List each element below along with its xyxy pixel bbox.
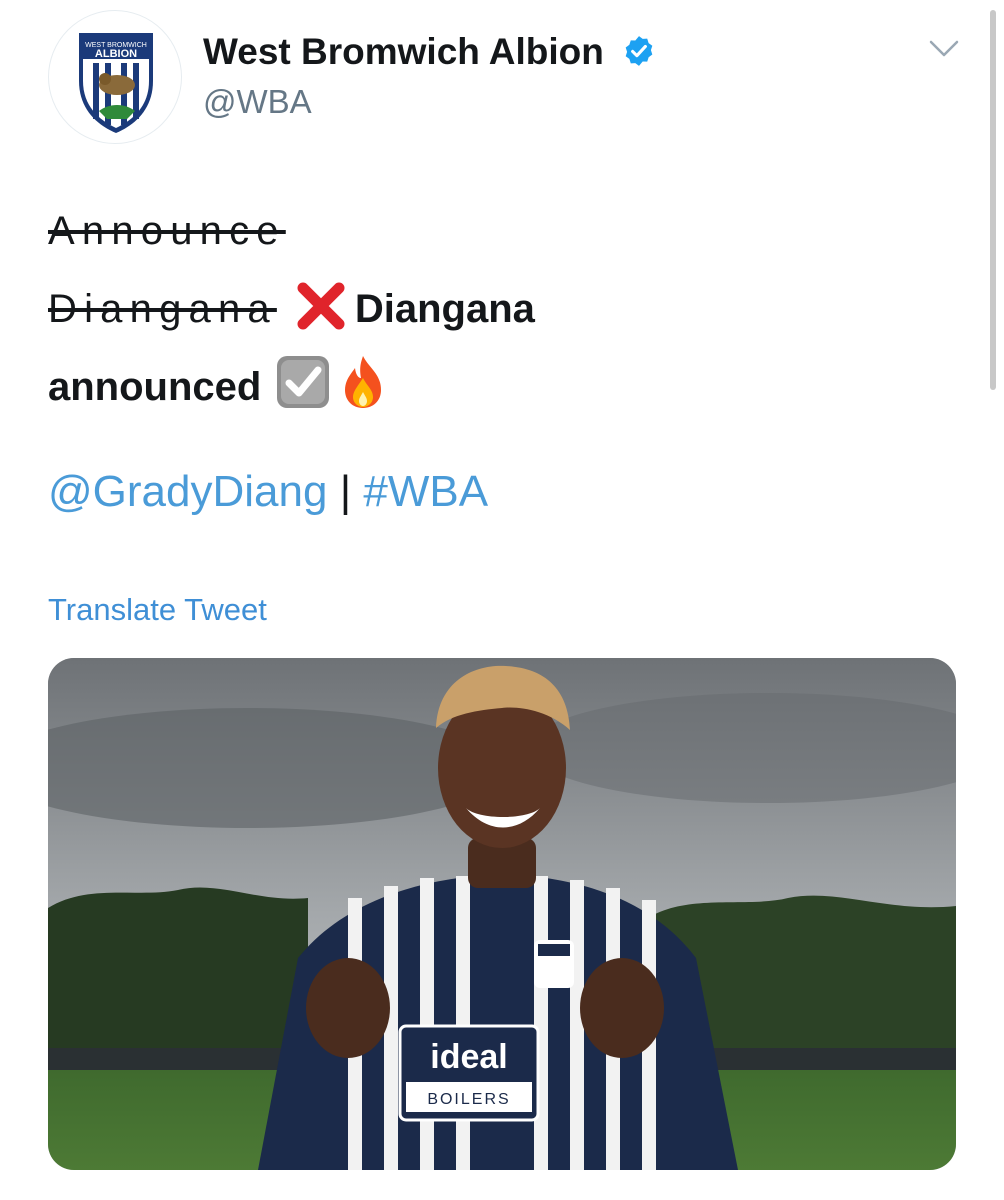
hashtag-link[interactable]: #WBA — [363, 467, 488, 516]
account-handle[interactable]: @WBA — [203, 82, 312, 122]
translate-tweet-link[interactable]: Translate Tweet — [48, 590, 267, 630]
verified-badge-icon — [625, 36, 653, 66]
scrollbar[interactable] — [990, 10, 996, 390]
struck-word-announce: Announce — [48, 209, 286, 253]
chevron-down-icon[interactable] — [928, 38, 960, 60]
account-display-name[interactable]: West Bromwich Albion — [203, 30, 604, 74]
struck-word-diangana: Diangana — [48, 287, 277, 331]
cross-mark-icon — [297, 282, 345, 330]
check-box-icon — [277, 356, 330, 408]
tweet-media-photo[interactable]: ideal BOILERS ideal BOILERS — [48, 658, 956, 1170]
bold-announced: announced — [48, 365, 262, 409]
tweet-text: Announce Diangana Diangana announced — [48, 192, 928, 426]
account-avatar[interactable]: WEST BROMWICH ALBION WEST BROMWICH ALBIO… — [48, 10, 182, 144]
separator: | — [339, 467, 352, 516]
player-photo-illustration: ideal BOILERS — [48, 658, 956, 1170]
mention-link[interactable]: @GradyDiang — [48, 467, 327, 516]
wba-crest-logo: WEST BROMWICH ALBION — [79, 33, 153, 133]
bold-name-diangana: Diangana — [354, 287, 535, 331]
svg-text:ALBION: ALBION — [95, 48, 137, 60]
svg-text:ideal: ideal — [430, 1038, 507, 1076]
fire-icon — [345, 356, 382, 408]
tweet-links: @GradyDiang | #WBA — [48, 462, 488, 522]
svg-text:BOILERS: BOILERS — [427, 1091, 510, 1108]
